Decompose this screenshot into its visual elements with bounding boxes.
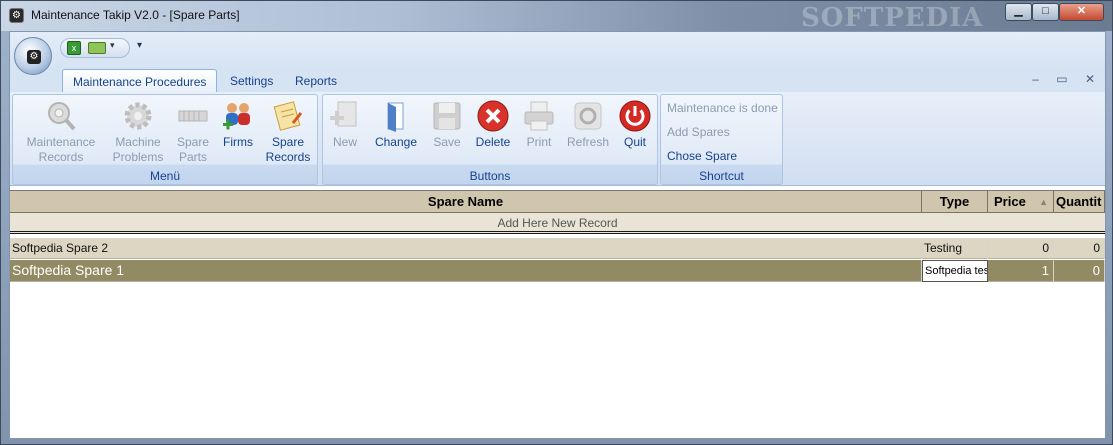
shortcut-add-spares[interactable]: Add Spares bbox=[667, 125, 730, 139]
gear-search-icon bbox=[48, 102, 76, 131]
application-menu-button[interactable]: ⚙ bbox=[14, 37, 52, 75]
ribbon-tabs: Maintenance Procedures Settings Reports … bbox=[10, 68, 1105, 92]
ribbon-panel: Maintenance Records Machine Problems Spa… bbox=[10, 92, 1105, 186]
watermark: SOFTPEDIA bbox=[801, 3, 984, 33]
column-header-price-label: Price bbox=[994, 194, 1026, 209]
save-icon bbox=[433, 102, 461, 130]
table-row-selected[interactable]: Softpedia Spare 1 Softpedia tes 1 0 bbox=[10, 260, 1105, 282]
sort-ascending-icon: ▲ bbox=[1039, 197, 1048, 207]
users-icon bbox=[223, 103, 250, 130]
cell-spare-name[interactable]: Softpedia Spare 2 bbox=[10, 238, 922, 259]
new-button[interactable]: New bbox=[325, 99, 365, 150]
shortcut-maintenance-is-done[interactable]: Maintenance is done bbox=[667, 101, 778, 115]
title-bar[interactable]: ⚙ Maintenance Takip V2.0 - [Spare Parts]… bbox=[1, 1, 1112, 33]
column-header-price[interactable]: Price ▲ bbox=[988, 191, 1054, 213]
delete-icon bbox=[477, 100, 509, 132]
button-label-line2: Parts bbox=[178, 150, 207, 164]
app-icon[interactable]: ⚙ bbox=[9, 8, 24, 23]
button-label: Print bbox=[526, 135, 552, 149]
table-row[interactable]: Softpedia Spare 2 Testing 0 0 bbox=[10, 238, 1105, 259]
quit-button[interactable]: Quit bbox=[615, 99, 655, 150]
refresh-button[interactable]: Refresh bbox=[565, 99, 611, 150]
cell-type[interactable]: Testing bbox=[922, 238, 988, 259]
gear-icon bbox=[124, 102, 152, 130]
mdi-restore-button[interactable]: ▭ bbox=[1056, 72, 1067, 86]
button-label: Change bbox=[374, 135, 418, 149]
spare-parts-grid[interactable]: Spare Name Type Price ▲ Quantit Add Here… bbox=[10, 190, 1105, 438]
cell-price[interactable]: 0 bbox=[988, 238, 1054, 259]
power-icon bbox=[619, 100, 651, 132]
spare-records-button[interactable]: Spare Records bbox=[263, 99, 313, 165]
delete-button[interactable]: Delete bbox=[473, 99, 513, 150]
button-label-line1: Firms bbox=[223, 135, 253, 149]
shortcut-chose-spare[interactable]: Chose Spare bbox=[667, 149, 737, 163]
maximize-button[interactable]: □ bbox=[1032, 3, 1059, 21]
grid-header: Spare Name Type Price ▲ Quantit bbox=[10, 191, 1105, 213]
change-icon bbox=[387, 102, 404, 132]
refresh-icon bbox=[574, 102, 602, 130]
print-button[interactable]: Print bbox=[519, 99, 559, 150]
qat-customize-button[interactable]: ▾ bbox=[137, 40, 142, 51]
chevron-down-icon[interactable]: ▾ bbox=[110, 40, 115, 51]
new-record-row[interactable]: Add Here New Record bbox=[10, 213, 1105, 234]
cell-quantity[interactable]: 0 bbox=[1054, 260, 1105, 282]
cell-type-editor[interactable]: Softpedia tes bbox=[922, 260, 988, 282]
mdi-close-button[interactable]: ✕ bbox=[1085, 72, 1095, 86]
change-button[interactable]: Change bbox=[371, 99, 421, 150]
group-label-menu: Menü bbox=[149, 169, 181, 183]
group-label-buttons: Buttons bbox=[469, 169, 511, 183]
column-header-quantity[interactable]: Quantit bbox=[1054, 191, 1105, 213]
cell-spare-name[interactable]: Softpedia Spare 1 bbox=[10, 260, 922, 282]
tab-maintenance-procedures[interactable]: Maintenance Procedures bbox=[62, 69, 218, 92]
button-label-line1: Spare bbox=[176, 135, 210, 149]
group-shortcut: Maintenance is done Add Spares Chose Spa… bbox=[660, 94, 783, 185]
machine-problems-button[interactable]: Machine Problems bbox=[105, 99, 171, 165]
save-button[interactable]: Save bbox=[427, 99, 467, 150]
button-label-line2: Records bbox=[38, 150, 84, 164]
maintenance-records-button[interactable]: Maintenance Records bbox=[21, 99, 101, 165]
window-title: Maintenance Takip V2.0 - [Spare Parts] bbox=[31, 8, 240, 22]
parts-icon bbox=[178, 110, 208, 122]
tab-settings[interactable]: Settings bbox=[220, 69, 283, 92]
button-label: Delete bbox=[475, 135, 511, 149]
app-gear-icon: ⚙ bbox=[27, 50, 41, 64]
button-label: New bbox=[332, 135, 357, 149]
button-label: Quit bbox=[623, 135, 646, 149]
button-label-line2: Problems bbox=[112, 150, 164, 164]
print-icon bbox=[524, 101, 554, 131]
new-icon bbox=[330, 101, 357, 127]
minimize-button[interactable]: ▁ bbox=[1005, 3, 1032, 21]
ribbon-top-bar: x ▾ ▾ bbox=[10, 32, 1105, 68]
tab-reports[interactable]: Reports bbox=[285, 69, 347, 92]
button-label-line1: Maintenance bbox=[26, 135, 96, 149]
close-button[interactable]: ✕ bbox=[1059, 3, 1104, 21]
button-label-line1: Spare bbox=[271, 135, 305, 149]
notes-icon bbox=[273, 101, 303, 131]
group-buttons: New Change Save Delete Print Refresh Qui… bbox=[322, 94, 658, 185]
mdi-controls: – ▭ ✕ bbox=[1018, 72, 1095, 86]
column-header-type[interactable]: Type bbox=[922, 191, 988, 213]
mdi-minimize-button[interactable]: – bbox=[1032, 72, 1039, 86]
quick-access-toolbar: x ▾ bbox=[60, 38, 130, 58]
button-label: Save bbox=[433, 135, 461, 149]
firms-button[interactable]: Firms bbox=[217, 99, 259, 150]
button-label: Refresh bbox=[566, 135, 610, 149]
cell-price[interactable]: 1 bbox=[988, 260, 1054, 282]
spare-parts-button[interactable]: Spare Parts bbox=[173, 99, 213, 165]
group-label-shortcut: Shortcut bbox=[699, 169, 744, 183]
group-menu: Maintenance Records Machine Problems Spa… bbox=[12, 94, 318, 185]
button-label-line1: Machine bbox=[115, 135, 161, 149]
cell-quantity[interactable]: 0 bbox=[1054, 238, 1105, 259]
client-area: x ▾ ▾ ⚙ Maintenance Procedures Settings … bbox=[9, 31, 1106, 439]
folder-icon[interactable] bbox=[88, 42, 106, 54]
column-header-spare-name[interactable]: Spare Name bbox=[10, 191, 922, 213]
button-label-line2: Records bbox=[265, 150, 311, 164]
excel-icon[interactable]: x bbox=[67, 41, 81, 55]
app-window: ⚙ Maintenance Takip V2.0 - [Spare Parts]… bbox=[0, 0, 1113, 445]
